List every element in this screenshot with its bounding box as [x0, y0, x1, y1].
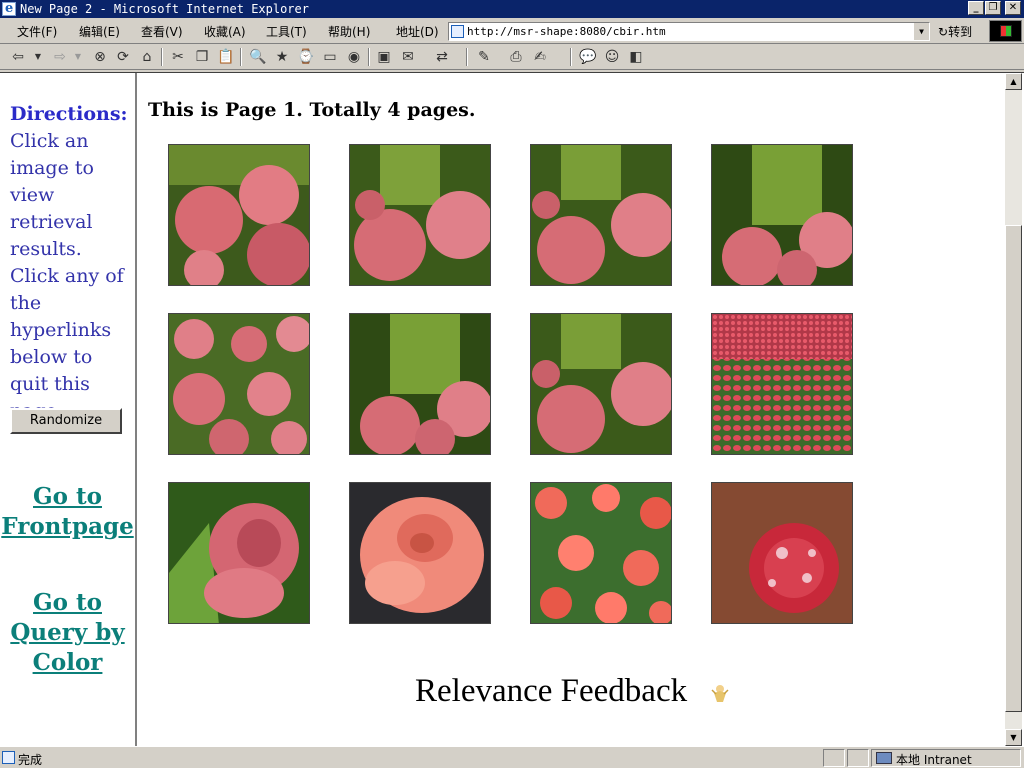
frontpage-link[interactable]: Go to Frontpage	[0, 482, 135, 542]
copy-icon[interactable]: ❐	[192, 47, 212, 67]
paste-icon[interactable]: 📋	[216, 47, 236, 67]
query-by-color-link[interactable]: Go to Query by Color	[0, 588, 135, 678]
home-icon[interactable]: ⌂	[137, 47, 157, 67]
menu-tools[interactable]: 工具(T)	[266, 23, 307, 40]
result-image[interactable]	[711, 482, 853, 624]
edit-icon[interactable]: ✎	[474, 47, 494, 67]
randomize-button[interactable]: Randomize	[10, 408, 122, 434]
stop-icon[interactable]: ⊗	[90, 47, 110, 67]
menu-edit[interactable]: 编辑(E)	[79, 23, 120, 40]
result-image[interactable]	[530, 313, 672, 455]
windows-logo	[989, 20, 1022, 42]
status-bar: 完成 本地 Intranet	[0, 746, 1024, 768]
history-icon[interactable]: ⌚	[296, 47, 316, 67]
window-title: New Page 2 - Microsoft Internet Explorer	[20, 2, 309, 16]
research-icon[interactable]: ◧	[626, 47, 646, 67]
impatiens-image	[531, 483, 671, 623]
rose-image	[350, 483, 490, 623]
result-image[interactable]	[711, 144, 853, 286]
minimize-button[interactable]: _	[968, 1, 984, 15]
directions: Directions: Click an image to view retri…	[10, 101, 134, 425]
scroll-up-icon[interactable]: ▲	[1005, 73, 1022, 90]
page-icon	[451, 25, 464, 38]
favorites-icon[interactable]: ★	[272, 47, 292, 67]
address-field[interactable]: http://msr-shape:8080/cbir.htm ▼	[448, 22, 930, 41]
close-button[interactable]: ✕	[1005, 1, 1021, 15]
hydrangea-image	[169, 314, 309, 454]
status-pane	[823, 749, 845, 767]
left-frame: Directions: Click an image to view retri…	[0, 73, 137, 746]
menu-help[interactable]: 帮助(H)	[328, 23, 370, 40]
hydrangea-image	[350, 145, 490, 285]
mail-icon[interactable]: ✉	[398, 47, 418, 67]
rose-image	[169, 483, 309, 623]
result-image[interactable]	[168, 482, 310, 624]
word-icon[interactable]: ✍	[530, 47, 550, 67]
hydrangea-image	[169, 145, 309, 285]
vertical-scrollbar[interactable]: ▲ ▼	[1005, 73, 1022, 746]
directions-heading: Directions:	[10, 103, 128, 125]
hydrangea-image	[531, 314, 671, 454]
scroll-down-icon[interactable]: ▼	[1005, 729, 1022, 746]
security-zone: 本地 Intranet	[896, 753, 972, 767]
go-label: 转到	[948, 25, 973, 39]
result-image[interactable]	[349, 144, 491, 286]
forward-icon[interactable]: ⇨	[50, 47, 70, 67]
result-image[interactable]	[530, 144, 672, 286]
back-dropdown-icon[interactable]: ▼	[32, 47, 44, 67]
go-button[interactable]: ↻转到	[938, 23, 972, 40]
ie-app-icon[interactable]	[2, 0, 16, 18]
feedback-icon[interactable]	[711, 683, 729, 703]
status-text: 完成	[18, 753, 43, 767]
result-image[interactable]	[711, 313, 853, 455]
fullscreen-icon[interactable]: ▣	[374, 47, 394, 67]
search-icon[interactable]: 🔍	[248, 47, 268, 67]
toolbar-separator	[570, 48, 572, 66]
result-image[interactable]	[168, 313, 310, 455]
menu-view[interactable]: 查看(V)	[141, 23, 183, 40]
toolbar-separator	[240, 48, 242, 66]
hydrangea-image	[712, 145, 852, 285]
messenger-icon[interactable]: ☺	[602, 47, 622, 67]
result-image[interactable]	[349, 313, 491, 455]
restore-button[interactable]: ❐	[985, 1, 1001, 15]
hydrangea-image	[350, 314, 490, 454]
result-image[interactable]	[349, 482, 491, 624]
folder-icon[interactable]: ▭	[320, 47, 340, 67]
encoding-icon[interactable]: ⇄	[432, 47, 452, 67]
scroll-thumb[interactable]	[1005, 225, 1022, 712]
hydrangea-image	[531, 145, 671, 285]
forward-dropdown-icon[interactable]: ▼	[72, 47, 84, 67]
address-dropdown-icon[interactable]: ▼	[913, 23, 929, 40]
menu-file[interactable]: 文件(F)	[17, 23, 57, 40]
status-pane	[847, 749, 869, 767]
address-label: 地址(D)	[396, 25, 439, 39]
toolbar-separator	[161, 48, 163, 66]
print-icon[interactable]: ⎙	[506, 47, 526, 67]
toolbar-separator	[466, 48, 468, 66]
address-url[interactable]: http://msr-shape:8080/cbir.htm	[467, 23, 666, 40]
back-icon[interactable]: ⇦	[8, 47, 28, 67]
discuss-icon[interactable]: 💬	[578, 47, 598, 67]
results-frame: This is Page 1. Totally 4 pages. Relevan…	[139, 73, 1005, 746]
tulip-field-image	[712, 314, 852, 454]
directions-text: Click an image to view retrieval results…	[10, 130, 124, 422]
toolbar-separator	[368, 48, 370, 66]
page-status-icon	[2, 751, 15, 764]
cut-icon[interactable]: ✂	[168, 47, 188, 67]
result-image[interactable]	[168, 144, 310, 286]
result-image[interactable]	[530, 482, 672, 624]
toolbar: ⇦ ▼ ⇨ ▼ ⊗ ⟳ ⌂ ✂ ❐ 📋 🔍 ★ ⌚ ▭ ◉ ▣ ✉ ⇄ ✎ ⎙ …	[0, 44, 1024, 70]
media-icon[interactable]: ◉	[344, 47, 364, 67]
title-bar: New Page 2 - Microsoft Internet Explorer…	[0, 0, 1024, 18]
page-heading: This is Page 1. Totally 4 pages.	[148, 99, 476, 121]
browser-content: Directions: Click an image to view retri…	[0, 72, 1024, 746]
intranet-icon	[876, 752, 892, 764]
refresh-icon[interactable]: ⟳	[113, 47, 133, 67]
menu-favorites[interactable]: 收藏(A)	[204, 23, 246, 40]
red-bloom-image	[712, 483, 852, 623]
relevance-feedback-label[interactable]: Relevance Feedback	[415, 673, 687, 710]
